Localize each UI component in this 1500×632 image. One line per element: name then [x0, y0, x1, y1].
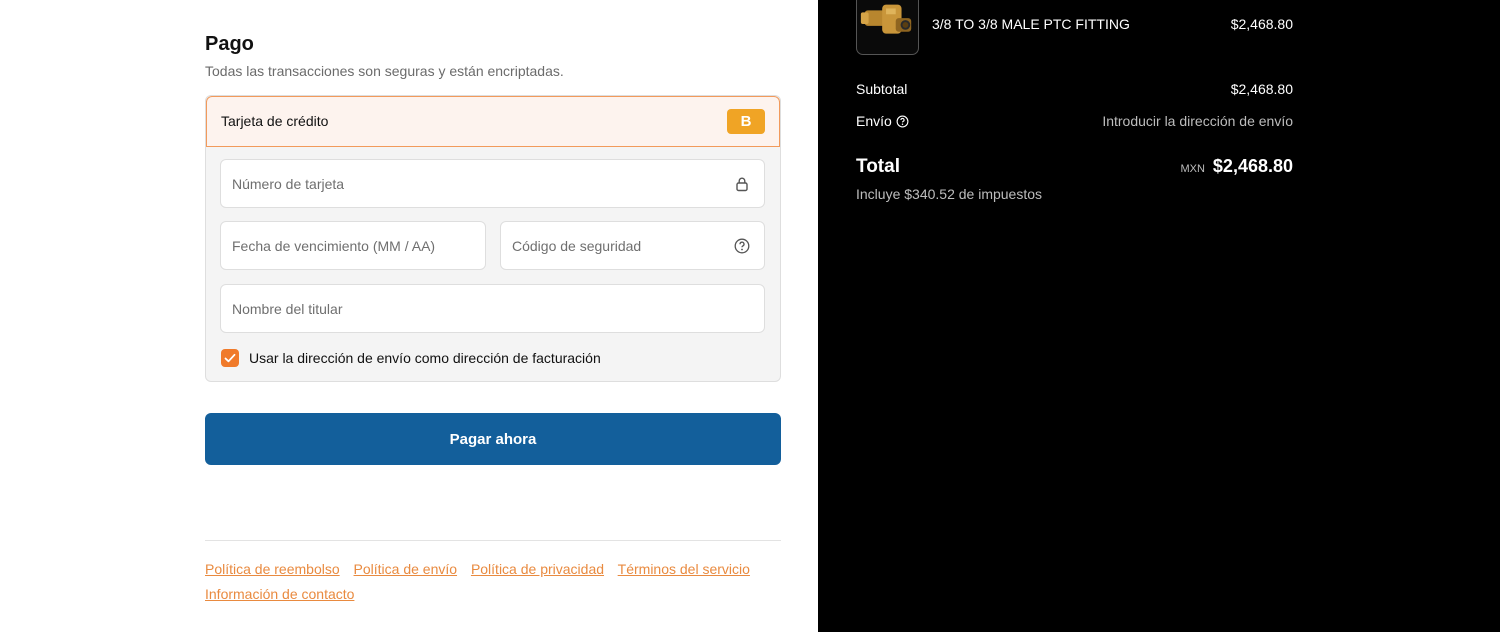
payment-title: Pago [205, 33, 254, 55]
shipping-policy-link[interactable]: Política de envío [354, 561, 458, 577]
product-thumbnail [856, 0, 919, 55]
question-icon[interactable] [734, 238, 750, 254]
privacy-policy-link[interactable]: Política de privacidad [471, 561, 604, 577]
payment-method-label: Tarjeta de crédito [221, 113, 329, 129]
total-amount: MXN $2,468.80 [1180, 156, 1293, 177]
card-number-field[interactable] [220, 159, 765, 208]
subtotal-label: Subtotal [856, 81, 908, 97]
shipping-label: Envío [856, 113, 892, 129]
total-label: Total [856, 156, 900, 177]
credit-card-section: Tarjeta de crédito B Número de tarjeta F… [205, 95, 781, 382]
subtotal-value: $2,468.80 [1230, 81, 1293, 97]
billing-same-checkbox[interactable] [221, 349, 239, 367]
payment-method-credit-card[interactable]: Tarjeta de crédito B [206, 96, 780, 147]
tax-note: Incluye $340.52 de impuestos [856, 186, 1043, 202]
product-price: $2,468.80 [1230, 16, 1293, 32]
payment-subtitle: Todas las transacciones son seguras y es… [205, 63, 564, 79]
footer-links: Política de reembolso Política de envío … [205, 557, 781, 607]
total-value: $2,468.80 [1212, 156, 1293, 176]
payment-panel: Pago Todas las transacciones son seguras… [0, 0, 818, 632]
billing-same-label: Usar la dirección de envío como direcció… [249, 350, 601, 366]
lock-icon [736, 177, 748, 192]
refund-policy-link[interactable]: Política de reembolso [205, 561, 340, 577]
security-code-input[interactable] [501, 222, 764, 269]
shipping-row: Envío [856, 113, 909, 129]
security-code-field[interactable] [500, 221, 765, 270]
footer-divider [205, 540, 781, 541]
expiry-input[interactable] [221, 222, 485, 269]
product-name: 3/8 TO 3/8 MALE PTC FITTING [932, 16, 1130, 32]
fitting-image-icon [860, 4, 912, 34]
contact-info-link[interactable]: Información de contacto [205, 586, 354, 602]
order-summary-panel: 3/8 TO 3/8 MALE PTC FITTING $2,468.80 Su… [818, 0, 1500, 632]
expiry-field[interactable] [220, 221, 486, 270]
billing-address-toggle[interactable]: Usar la dirección de envío como direcció… [221, 348, 601, 368]
cardholder-name-field[interactable] [220, 284, 765, 333]
shipping-value: Introducir la dirección de envío [1102, 113, 1293, 129]
question-icon[interactable] [896, 115, 909, 128]
check-icon [224, 353, 236, 363]
card-number-input[interactable] [221, 160, 764, 207]
terms-of-service-link[interactable]: Términos del servicio [618, 561, 750, 577]
bitcoin-icon: B [727, 109, 765, 134]
cardholder-name-input[interactable] [221, 285, 764, 332]
pay-now-button[interactable]: Pagar ahora [205, 413, 781, 465]
currency-code: MXN [1180, 163, 1205, 175]
